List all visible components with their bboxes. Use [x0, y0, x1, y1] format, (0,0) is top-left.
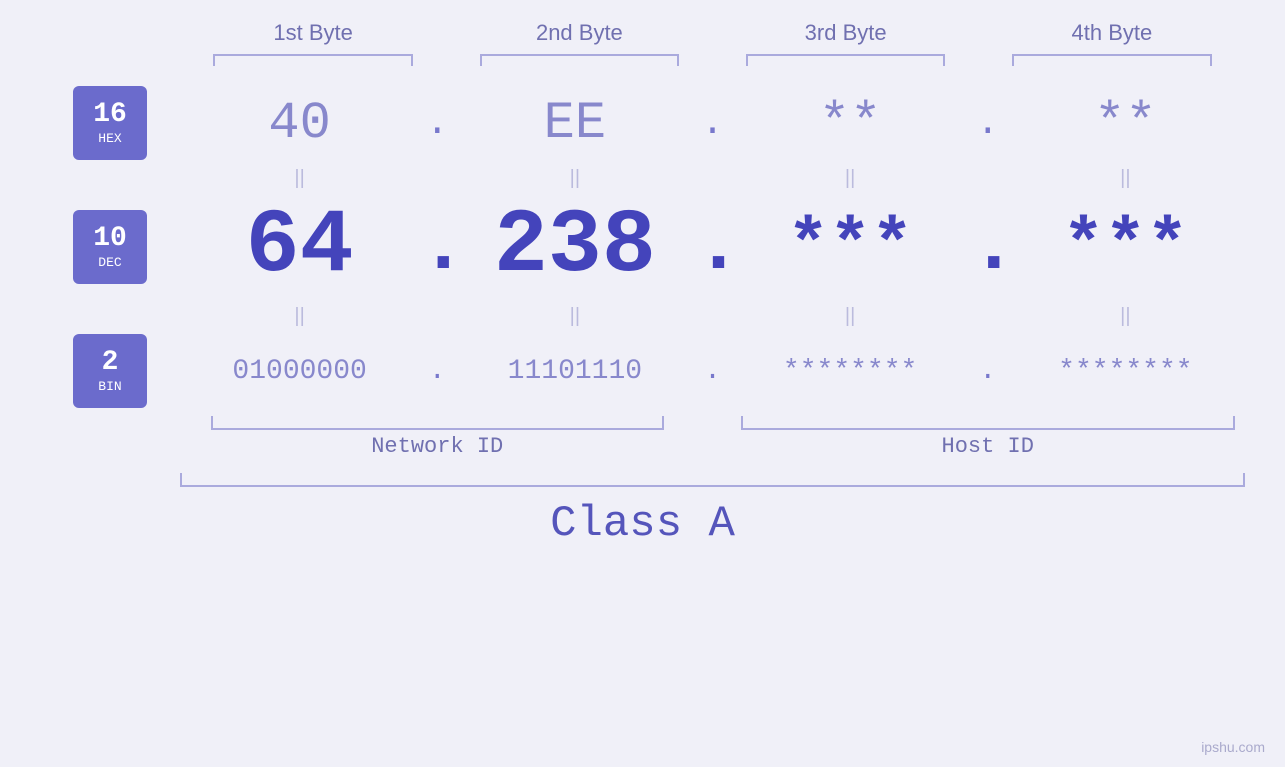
bin-badge: 2 BIN [73, 334, 147, 408]
eq1-b1: || [180, 167, 419, 190]
watermark: ipshu.com [1201, 739, 1265, 755]
byte4-bracket-top [1012, 54, 1212, 66]
bin-b2: 11101110 [508, 356, 642, 387]
dec-badge-num: 10 [93, 225, 127, 253]
dec-b3: *** [787, 208, 913, 287]
bin-b3: ******** [783, 356, 917, 387]
class-label: Class A [40, 499, 1245, 549]
bin-b4: ******** [1058, 356, 1192, 387]
bin-badge-label: BIN [98, 379, 121, 394]
hex-b3: ** [819, 94, 881, 153]
dec-b2: 238 [494, 196, 656, 298]
dec-dot1: . [419, 202, 455, 293]
eq1-b4: || [1006, 167, 1245, 190]
hex-badge-label: HEX [98, 131, 121, 146]
network-id-label: Network ID [180, 434, 695, 459]
bin-dot3: . [970, 356, 1006, 387]
dec-dot2: . [695, 202, 731, 293]
eq1-b2: || [455, 167, 694, 190]
hex-dot1: . [419, 102, 455, 145]
host-id-bracket [741, 416, 1235, 430]
dec-dot3: . [970, 202, 1006, 293]
hex-dot2: . [695, 102, 731, 145]
bin-badge-num: 2 [102, 349, 119, 377]
eq2-b1: || [180, 305, 419, 328]
bin-b1: 01000000 [232, 356, 366, 387]
byte1-header: 1st Byte [180, 20, 446, 54]
hex-badge: 16 HEX [73, 86, 147, 160]
network-id-bracket [211, 416, 664, 430]
bin-dot2: . [695, 356, 731, 387]
eq2-b3: || [731, 305, 970, 328]
byte2-header: 2nd Byte [446, 20, 712, 54]
hex-b2: EE [544, 94, 606, 153]
eq2-b2: || [455, 305, 694, 328]
byte4-header: 4th Byte [979, 20, 1245, 54]
byte1-bracket-top [213, 54, 413, 66]
host-id-label: Host ID [731, 434, 1246, 459]
byte3-header: 3rd Byte [713, 20, 979, 54]
eq1-b3: || [731, 167, 970, 190]
dec-badge: 10 DEC [73, 210, 147, 284]
hex-b4: ** [1094, 94, 1156, 153]
dec-b4: *** [1062, 208, 1188, 287]
class-bracket [180, 473, 1245, 487]
dec-b1: 64 [246, 196, 354, 298]
hex-badge-num: 16 [93, 101, 127, 129]
byte3-bracket-top [746, 54, 946, 66]
hex-dot3: . [970, 102, 1006, 145]
bin-dot1: . [419, 356, 455, 387]
hex-b1: 40 [268, 94, 330, 153]
byte2-bracket-top [480, 54, 680, 66]
dec-badge-label: DEC [98, 255, 121, 270]
eq2-b4: || [1006, 305, 1245, 328]
